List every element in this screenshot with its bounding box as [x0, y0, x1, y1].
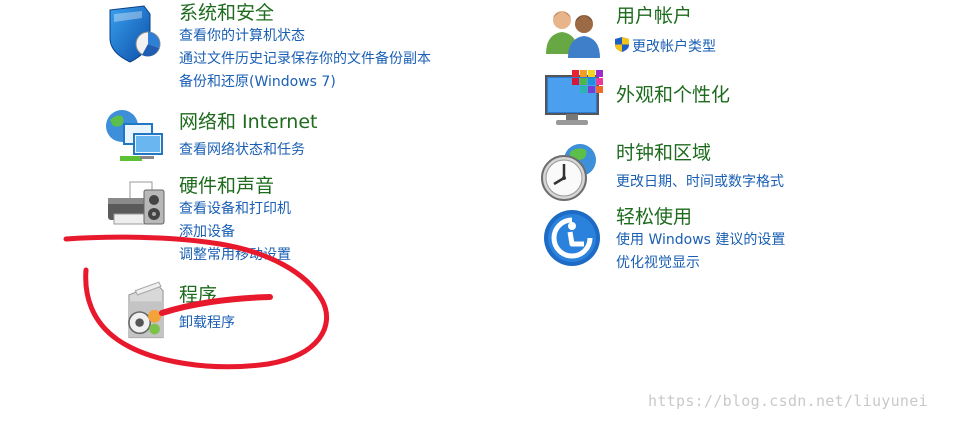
category-title-user-accounts[interactable]: 用户帐户	[616, 5, 692, 27]
link-view-computer-status[interactable]: 查看你的计算机状态	[179, 27, 305, 45]
link-file-history-backup[interactable]: 通过文件历史记录保存你的文件备份副本	[179, 50, 431, 68]
watermark-url: https://blog.csdn.net/liuyunei	[648, 392, 928, 410]
ease-of-access-icon[interactable]	[542, 206, 606, 270]
link-change-account-type[interactable]: 更改帐户类型	[614, 36, 716, 56]
category-title-programs[interactable]: 程序	[179, 284, 217, 306]
link-change-date-time-format[interactable]: 更改日期、时间或数字格式	[616, 173, 784, 191]
clock-globe-icon[interactable]	[540, 140, 604, 204]
shield-icon[interactable]	[104, 4, 168, 68]
link-mobility-settings[interactable]: 调整常用移动设置	[179, 246, 291, 264]
programs-disc-icon[interactable]	[114, 280, 178, 344]
category-title-clock-region[interactable]: 时钟和区域	[616, 142, 711, 164]
users-icon[interactable]	[542, 4, 606, 68]
link-windows-suggested-settings[interactable]: 使用 Windows 建议的设置	[616, 231, 785, 249]
link-network-status[interactable]: 查看网络状态和任务	[179, 141, 305, 159]
category-title-ease-of-access[interactable]: 轻松使用	[616, 206, 692, 228]
link-optimize-visual-display[interactable]: 优化视觉显示	[616, 254, 700, 272]
link-uninstall-program[interactable]: 卸载程序	[179, 314, 235, 332]
network-globe-icon[interactable]	[102, 104, 166, 168]
link-devices-printers[interactable]: 查看设备和打印机	[179, 200, 291, 218]
link-backup-restore[interactable]: 备份和还原(Windows 7)	[179, 73, 336, 91]
category-title-network[interactable]: 网络和 Internet	[179, 111, 317, 133]
monitor-palette-icon[interactable]	[542, 68, 606, 132]
category-title-appearance[interactable]: 外观和个性化	[616, 84, 730, 106]
category-title-hardware-sound[interactable]: 硬件和声音	[179, 175, 274, 197]
link-add-device[interactable]: 添加设备	[179, 223, 235, 241]
uac-shield-icon	[615, 37, 629, 52]
printer-icon[interactable]	[104, 176, 168, 240]
link-change-account-type-label: 更改帐户类型	[632, 39, 716, 55]
category-title-system-security[interactable]: 系统和安全	[179, 2, 274, 24]
